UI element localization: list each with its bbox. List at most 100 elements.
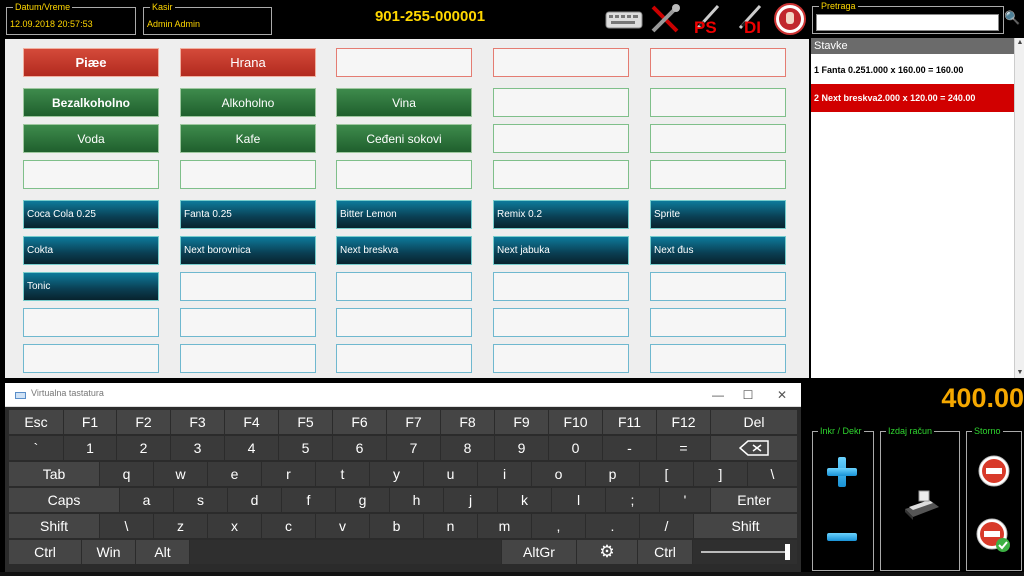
key-comma[interactable]: , xyxy=(532,514,585,538)
key-x[interactable]: x xyxy=(208,514,261,538)
key-bracket-right[interactable]: ] xyxy=(694,462,747,486)
key-f1[interactable]: F1 xyxy=(64,410,116,434)
key-f7[interactable]: F7 xyxy=(387,410,440,434)
category-button-pice[interactable]: Piæe xyxy=(23,48,159,77)
key-ctrl-left[interactable]: Ctrl xyxy=(9,540,81,564)
key-period[interactable]: . xyxy=(586,514,639,538)
product-button[interactable]: Next jabuka xyxy=(493,236,629,265)
key-bracket-left[interactable]: [ xyxy=(640,462,693,486)
key-2[interactable]: 2 xyxy=(117,436,170,460)
key-6[interactable]: 6 xyxy=(333,436,386,460)
key-p[interactable]: p xyxy=(586,462,639,486)
increment-button[interactable] xyxy=(827,457,857,487)
key-shift-right[interactable]: Shift xyxy=(694,514,797,538)
key-alt[interactable]: Alt xyxy=(136,540,189,564)
key-f12[interactable]: F12 xyxy=(657,410,710,434)
product-button[interactable]: Next đus xyxy=(650,236,786,265)
key-h[interactable]: h xyxy=(390,488,443,512)
key-semicolon[interactable]: ; xyxy=(606,488,659,512)
exit-hand-icon[interactable] xyxy=(772,2,808,36)
key-space[interactable] xyxy=(190,540,501,564)
decrement-button[interactable] xyxy=(827,533,857,541)
key-e[interactable]: e xyxy=(208,462,261,486)
key-d[interactable]: d xyxy=(228,488,281,512)
key-g[interactable]: g xyxy=(336,488,389,512)
category-button-kafe[interactable]: Kafe xyxy=(180,124,316,153)
product-button[interactable]: Bitter Lemon xyxy=(336,200,472,229)
opacity-slider[interactable] xyxy=(693,540,797,564)
key-q[interactable]: q xyxy=(100,462,153,486)
key-1[interactable]: 1 xyxy=(64,436,116,460)
category-button-vina[interactable]: Vina xyxy=(336,88,472,117)
key-altgr[interactable]: AltGr xyxy=(502,540,576,564)
key-backslash-2[interactable]: \ xyxy=(100,514,153,538)
key-f3[interactable]: F3 xyxy=(171,410,224,434)
product-button[interactable]: Fanta 0.25 xyxy=(180,200,316,229)
key-ctrl-right[interactable]: Ctrl xyxy=(638,540,692,564)
key-backtick[interactable]: ` xyxy=(9,436,63,460)
product-button[interactable]: Cokta xyxy=(23,236,159,265)
product-button[interactable]: Next borovnica xyxy=(180,236,316,265)
key-3[interactable]: 3 xyxy=(171,436,224,460)
category-button-cedeni-sokovi[interactable]: Ceđeni sokovi xyxy=(336,124,472,153)
di-report-icon[interactable]: DI xyxy=(730,2,768,37)
key-esc[interactable]: Esc xyxy=(9,410,63,434)
key-f10[interactable]: F10 xyxy=(549,410,602,434)
list-item[interactable]: 1 Fanta 0.251.000 x 160.00 = 160.00 xyxy=(811,56,1014,84)
key-j[interactable]: j xyxy=(444,488,497,512)
key-i[interactable]: i xyxy=(478,462,531,486)
product-button[interactable]: Coca Cola 0.25 xyxy=(23,200,159,229)
storno-receipt-icon[interactable] xyxy=(976,518,1012,554)
key-f9[interactable]: F9 xyxy=(495,410,548,434)
search-input[interactable] xyxy=(816,14,999,31)
key-k[interactable]: k xyxy=(498,488,551,512)
product-button[interactable]: Tonic xyxy=(23,272,159,301)
key-f11[interactable]: F11 xyxy=(603,410,656,434)
product-button[interactable]: Sprite xyxy=(650,200,786,229)
key-n[interactable]: n xyxy=(424,514,477,538)
list-item-selected[interactable]: 2 Next breskva2.000 x 120.00 = 240.00 xyxy=(811,84,1014,112)
maximize-icon[interactable]: ☐ xyxy=(733,386,763,404)
keyboard-icon[interactable] xyxy=(604,2,644,36)
key-y[interactable]: y xyxy=(370,462,423,486)
scroll-down-icon[interactable]: ▼ xyxy=(1015,368,1024,378)
key-c[interactable]: c xyxy=(262,514,315,538)
key-f5[interactable]: F5 xyxy=(279,410,332,434)
items-scrollbar[interactable]: ▲ ▼ xyxy=(1014,38,1024,378)
category-button-hrana[interactable]: Hrana xyxy=(180,48,316,77)
category-button-alkoholno[interactable]: Alkoholno xyxy=(180,88,316,117)
key-t[interactable]: t xyxy=(316,462,369,486)
payment-terminal-icon[interactable] xyxy=(901,487,941,521)
ps-report-icon[interactable]: PS xyxy=(688,2,726,37)
key-settings[interactable]: ⚙ xyxy=(577,540,637,564)
key-caps[interactable]: Caps xyxy=(9,488,119,512)
key-backspace[interactable] xyxy=(711,436,797,460)
key-f2[interactable]: F2 xyxy=(117,410,170,434)
key-quote[interactable]: ' xyxy=(660,488,710,512)
storno-item-icon[interactable] xyxy=(977,454,1011,488)
key-f8[interactable]: F8 xyxy=(441,410,494,434)
key-u[interactable]: u xyxy=(424,462,477,486)
key-del[interactable]: Del xyxy=(711,410,797,434)
key-enter[interactable]: Enter xyxy=(711,488,797,512)
scroll-up-icon[interactable]: ▲ xyxy=(1015,38,1024,48)
product-button[interactable]: Remix 0.2 xyxy=(493,200,629,229)
key-o[interactable]: o xyxy=(532,462,585,486)
key-minus[interactable]: - xyxy=(603,436,656,460)
key-v[interactable]: v xyxy=(316,514,369,538)
category-button-bezalkoholno[interactable]: Bezalkoholno xyxy=(23,88,159,117)
search-icon[interactable]: 🔍 xyxy=(1004,10,1020,28)
key-win[interactable]: Win xyxy=(82,540,135,564)
key-z[interactable]: z xyxy=(154,514,207,538)
key-b[interactable]: b xyxy=(370,514,423,538)
key-f4[interactable]: F4 xyxy=(225,410,278,434)
minimize-icon[interactable]: — xyxy=(703,386,733,404)
key-7[interactable]: 7 xyxy=(387,436,440,460)
key-5[interactable]: 5 xyxy=(279,436,332,460)
product-button[interactable]: Next breskva xyxy=(336,236,472,265)
key-w[interactable]: w xyxy=(154,462,207,486)
key-a[interactable]: a xyxy=(120,488,173,512)
key-9[interactable]: 9 xyxy=(495,436,548,460)
slider-thumb[interactable] xyxy=(785,544,790,560)
key-f6[interactable]: F6 xyxy=(333,410,386,434)
